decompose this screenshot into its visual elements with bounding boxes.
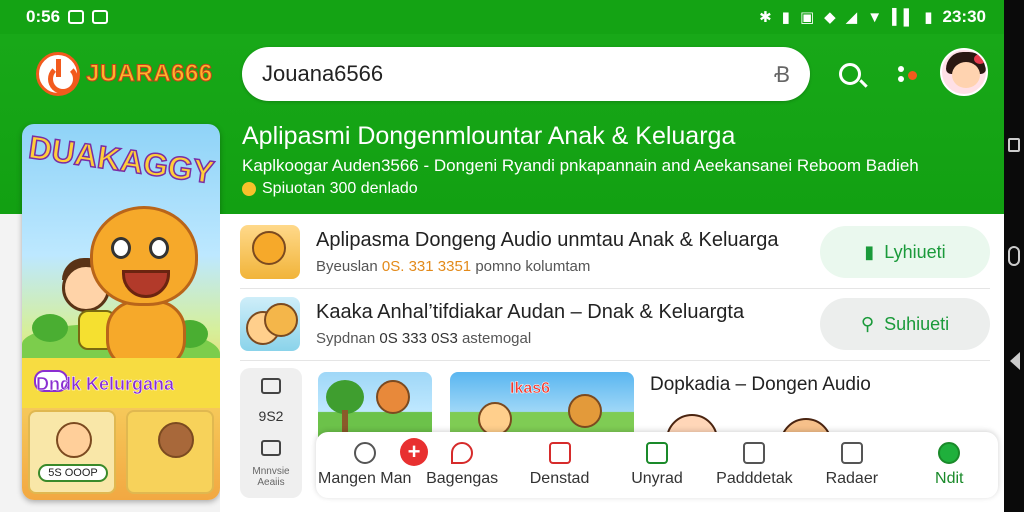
list-item[interactable]: Aplipasma Dongeng Audio unmtau Anak & Ke… bbox=[240, 222, 990, 282]
cover-mini-card: 5S OOOP bbox=[28, 410, 116, 494]
status-left: 0:56 bbox=[26, 7, 109, 27]
side-panel-top bbox=[240, 378, 302, 394]
status-bar: 0:56 ✱ ▮ ▣ ◆ ◢ ▼ ▍▌ ▮ 23:30 bbox=[0, 0, 1004, 34]
search-item-button[interactable]: ⚲ Suhiueti bbox=[820, 298, 990, 350]
tile-label: Ikas6 bbox=[510, 380, 551, 398]
bluetooth-icon: ✱ bbox=[759, 9, 772, 26]
status-time-right: 23:30 bbox=[942, 7, 986, 26]
wifi-icon: ◆ bbox=[824, 9, 836, 26]
play-button[interactable]: ▮ Lyhiueti bbox=[820, 226, 990, 278]
battery-icon: ▮ bbox=[924, 9, 933, 26]
tiger-thumbnail bbox=[240, 225, 300, 279]
menu-button[interactable] bbox=[890, 56, 926, 92]
app-window: JUARA666 Ꞗ Aplipasmi Dongenmlountar Anak… bbox=[0, 34, 1004, 512]
side-panel-bottom bbox=[240, 440, 302, 456]
search-bar[interactable]: Ꞗ bbox=[242, 47, 810, 101]
cover-pill: 5S OOOP bbox=[38, 464, 108, 482]
mail-icon bbox=[261, 440, 281, 456]
signal-icon: ◢ bbox=[845, 9, 858, 26]
nfc-icon: ▣ bbox=[799, 9, 815, 26]
search-input[interactable] bbox=[262, 61, 775, 87]
card-icon bbox=[743, 442, 766, 464]
side-panel[interactable]: 9S2 Mnnvsie Aeaiis bbox=[240, 368, 302, 498]
status-time-left: 0:56 bbox=[26, 7, 61, 26]
nav-item-padddetak[interactable]: Padddetak bbox=[706, 432, 803, 498]
mic-icon[interactable]: Ꞗ bbox=[774, 59, 790, 89]
play-button-label: Lyhiueti bbox=[884, 241, 946, 262]
bush bbox=[32, 314, 68, 342]
list-item[interactable]: Kaaka Anhal’tifdiakar Audan – Dnak & Kel… bbox=[240, 294, 990, 354]
divider bbox=[240, 288, 990, 289]
power-logo-icon bbox=[36, 52, 80, 96]
system-nav-bar bbox=[1004, 0, 1024, 512]
nav-item-radaer[interactable]: Radaer bbox=[803, 432, 900, 498]
pin-icon bbox=[451, 442, 474, 464]
cover-art[interactable]: DUAKAGGY Dndk Kelurgana 5S OOOP bbox=[22, 124, 220, 500]
nav-item-ndit[interactable]: Ndit bbox=[901, 432, 998, 498]
cover-mini-card bbox=[126, 410, 214, 494]
status-right: ✱ ▮ ▣ ◆ ◢ ▼ ▍▌ ▮ 23:30 bbox=[759, 7, 986, 27]
gallery-icon bbox=[68, 10, 85, 24]
page-meta: Spiuotan 300 denlado bbox=[242, 180, 418, 198]
nav-item-unyrad[interactable]: Unyrad bbox=[608, 432, 705, 498]
giraffe-thumbnail bbox=[240, 297, 300, 351]
back-icon[interactable] bbox=[1010, 352, 1020, 370]
bottom-nav: Mangen Man + Bagengas Denstad Unyrad Pad… bbox=[316, 432, 998, 498]
shield-icon bbox=[938, 442, 961, 464]
app-logo[interactable]: JUARA666 bbox=[36, 52, 213, 96]
bookmark-icon: ▮ bbox=[864, 241, 875, 262]
calendar-icon bbox=[645, 442, 668, 464]
page-subtitle: Kaplkoogar Auden3566 - Dongeni Ryandi pn… bbox=[242, 156, 919, 175]
search-icon bbox=[839, 63, 861, 85]
dots-menu-icon bbox=[896, 62, 920, 86]
home-icon[interactable] bbox=[1008, 246, 1020, 266]
search-icon: ⚲ bbox=[860, 313, 875, 334]
nav-item-denstad[interactable]: Denstad bbox=[511, 432, 608, 498]
wifi-strong-icon: ▼ bbox=[867, 8, 883, 26]
coin-icon bbox=[242, 182, 256, 196]
search-button[interactable] bbox=[832, 56, 868, 92]
calendar-icon bbox=[92, 10, 109, 24]
vibrate-icon: ▮ bbox=[781, 9, 790, 26]
speedometer-icon bbox=[353, 442, 376, 464]
list-icon bbox=[840, 442, 863, 464]
cover-title: DUAKAGGY bbox=[26, 128, 217, 191]
page-title: Aplipasmi Dongenmlountar Anak & Keluarga bbox=[242, 122, 736, 150]
search-item-label: Suhiueti bbox=[884, 313, 950, 334]
signal-bars-icon: ▍▌ bbox=[892, 9, 915, 26]
logo-text: JUARA666 bbox=[86, 60, 213, 88]
side-panel-count: 9S2 bbox=[258, 408, 284, 424]
recents-icon[interactable] bbox=[1008, 138, 1020, 152]
page-meta-text: Spiuotan 300 denlado bbox=[262, 180, 418, 197]
nav-item-mangen[interactable]: Mangen Man + bbox=[316, 432, 428, 498]
promo-title: Dopkadia – Dongen Audio bbox=[650, 374, 871, 395]
bag-icon bbox=[261, 378, 281, 394]
nav-item-bagengas[interactable]: Bagengas bbox=[413, 432, 510, 498]
cover-band-text: Dndk Kelurgana bbox=[36, 374, 175, 395]
side-panel-label: Mnnvsie Aeaiis bbox=[252, 466, 290, 488]
avatar[interactable] bbox=[940, 48, 988, 96]
divider bbox=[240, 360, 990, 361]
book-icon bbox=[548, 442, 571, 464]
